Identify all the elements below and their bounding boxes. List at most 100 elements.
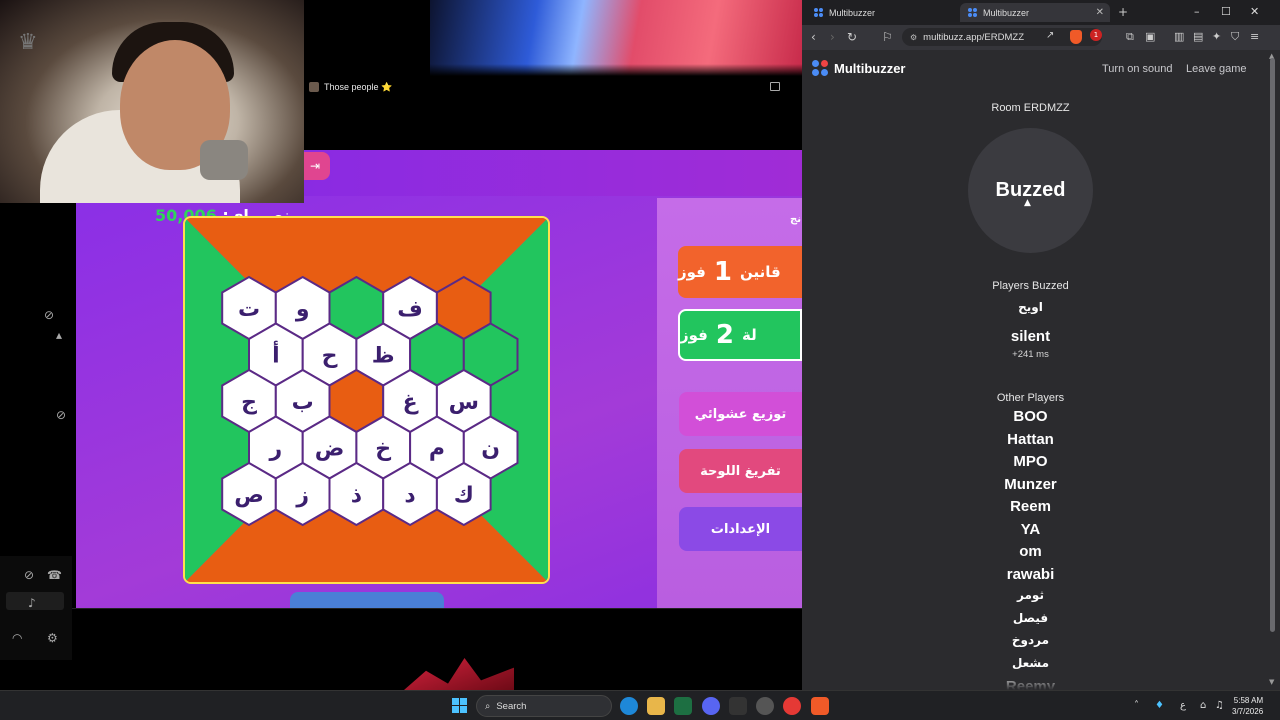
hex-letter: د (404, 483, 415, 508)
team-card-green[interactable]: لة 2 فوز (678, 309, 802, 361)
mic-tray-icon[interactable]: ♦ (1155, 700, 1164, 711)
leave-game-link[interactable]: Leave game (1186, 63, 1247, 75)
hex-letter: ت (238, 297, 260, 322)
multibuzzer-page: Multibuzzer Turn on sound Leave game Roo… (802, 50, 1266, 690)
other-player: Reem (1010, 498, 1051, 515)
team-card-red[interactable]: قانين 1 فوز (678, 246, 802, 298)
mute-mic-icon[interactable]: ⊘ (24, 568, 34, 582)
start-button[interactable] (452, 698, 467, 713)
scroll-down-icon[interactable]: ▼ (1269, 678, 1274, 686)
ime-indicator[interactable]: ع (1180, 700, 1186, 711)
brand[interactable]: Multibuzzer (812, 60, 906, 76)
bookmark-icon[interactable]: ⚐ (882, 30, 893, 44)
network-icon[interactable]: ⌂ (1200, 700, 1206, 711)
menu-icon[interactable]: ≡ (1250, 30, 1259, 43)
clock[interactable]: 5:58 AM 3/7/2026 (1232, 695, 1263, 717)
close-tab-icon[interactable]: ✕ (1096, 7, 1104, 18)
muted-icon: ⊘ (44, 308, 55, 322)
chrome-icon[interactable] (783, 697, 801, 715)
hex-letter: م (429, 437, 445, 462)
excel-icon[interactable] (674, 697, 692, 715)
other-player: BOO (1013, 408, 1048, 425)
forward-icon[interactable]: › (830, 30, 835, 44)
hex-letter: ك (454, 483, 474, 508)
wallet-icon[interactable]: ▣ (1145, 30, 1155, 43)
brave-icon[interactable] (811, 697, 829, 715)
page-scrollbar[interactable]: ▲ ▼ (1266, 50, 1280, 690)
settings-button[interactable]: الإعدادات (679, 507, 802, 551)
scrollbar-thumb[interactable] (1270, 58, 1275, 632)
mouse-cursor-icon: ▲ (1024, 198, 1031, 208)
rewards-badge[interactable]: 1 (1090, 29, 1102, 41)
multibuzzer-favicon-icon (968, 8, 977, 17)
back-icon[interactable]: ‹ (811, 30, 816, 44)
board-canvas: ت و ف أ ح ظ ج ب غ س ر ض خ م ن ص ز ذ د ك (185, 218, 548, 582)
leo-ai-icon[interactable]: ✦ (1212, 30, 1221, 43)
gear-icon[interactable]: ⚙ (47, 631, 58, 645)
turn-on-sound-link[interactable]: Turn on sound (1102, 63, 1173, 75)
hex-letter: ذ (351, 483, 362, 508)
buzz-delay: +241 ms (1012, 349, 1049, 360)
hex-letter: و (295, 297, 310, 322)
multibuzzer-logo-icon (812, 60, 828, 76)
tab-multibuzzer-1[interactable]: Multibuzzer (806, 3, 956, 22)
share-icon[interactable]: ↗ (1046, 30, 1054, 41)
headphones-icon[interactable]: ◠ (12, 631, 22, 645)
hex-letter: ظ (372, 344, 395, 369)
site-settings-icon: ⚙ (910, 32, 918, 42)
edge-icon[interactable] (620, 697, 638, 715)
hex-letter: ن (481, 437, 500, 462)
obs-icon[interactable] (756, 697, 774, 715)
stream-banner-art (430, 0, 802, 76)
buzzed-player: اويح (1018, 300, 1043, 314)
other-player: فيصل (1012, 610, 1049, 625)
hex-letter: ص (234, 483, 264, 508)
screen: ⇥ Those people ⭐ ♛ نصوراي: 50,006 توفأحظ… (0, 0, 1280, 720)
reload-icon[interactable]: ↻ (847, 30, 857, 44)
hex-letter: ح (322, 344, 338, 369)
vpn-icon[interactable]: ▤ (1193, 30, 1203, 43)
hex-letter: ر (269, 437, 283, 462)
tab-favicon-icon (309, 82, 319, 92)
other-player: rawabi (1006, 565, 1055, 583)
brave-shields-icon[interactable] (1070, 30, 1082, 44)
footer-art (404, 658, 514, 690)
microphone-icon (200, 140, 248, 180)
stream-footer (0, 608, 802, 660)
hangup-icon[interactable]: ☎ (47, 568, 62, 582)
other-player: om (1019, 543, 1042, 560)
new-tab-icon[interactable]: + (1118, 5, 1128, 19)
players-buzzed-title: Players Buzzed (992, 280, 1069, 292)
shield-icon[interactable]: ⛉ (1231, 30, 1239, 44)
terminal-icon[interactable] (729, 697, 747, 715)
exit-game-button[interactable]: ⇥ (300, 152, 330, 180)
hex-letter: ب (292, 390, 314, 415)
minimize-icon[interactable]: – (1194, 5, 1200, 18)
other-player: YA (1020, 520, 1041, 538)
crown-icon: ♛ (18, 30, 38, 55)
playstation-icon: ▴ (56, 328, 63, 342)
taskbar-search[interactable]: ⌕ Search (476, 695, 612, 717)
clear-board-button[interactable]: تفريغ اللوحة (679, 449, 802, 493)
tray-chevron-icon[interactable]: ˄ (1134, 700, 1139, 711)
maximize-icon[interactable]: ☐ (1221, 5, 1231, 18)
browser-window: Multibuzzer Multibuzzer ✕ + – ☐ ✕ ‹ › ↻ … (802, 0, 1280, 690)
tab-multibuzzer-2[interactable]: Multibuzzer ✕ (960, 3, 1110, 22)
volume-icon[interactable]: ♫ (1215, 700, 1224, 711)
file-explorer-icon[interactable] (647, 697, 665, 715)
other-player: مشعل (1011, 655, 1050, 670)
extensions-icon[interactable]: ⧉ (1126, 30, 1134, 44)
close-window-icon[interactable]: ✕ (1250, 5, 1259, 18)
game-header-bar (300, 150, 802, 198)
discord-icon[interactable] (702, 697, 720, 715)
other-players-title: Other Players (996, 392, 1065, 404)
buzzed-player: silent (1010, 328, 1051, 345)
random-shuffle-button[interactable]: توزيع عشوائي (679, 392, 802, 436)
sidebar-icon[interactable]: ▥ (1174, 30, 1184, 43)
room-code: Room ERDMZZ (991, 102, 1070, 114)
other-player: Hattan (1007, 430, 1054, 448)
buzz-button[interactable]: Buzzed (968, 128, 1093, 253)
picture-in-picture-icon[interactable] (770, 82, 780, 91)
soundboard-icon[interactable]: ♪ (28, 596, 36, 610)
letter-hex-board: ت و ف أ ح ظ ج ب غ س ر ض خ م ن ص ز ذ د ك (183, 216, 550, 584)
